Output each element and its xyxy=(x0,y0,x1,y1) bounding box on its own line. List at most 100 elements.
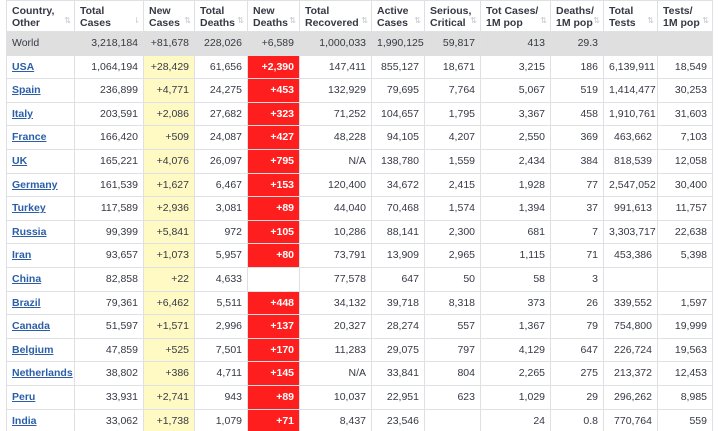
country-link-country[interactable]: Peru xyxy=(7,385,75,410)
header-deaths-per-1m[interactable]: Deaths/ 1M pop ⇅ xyxy=(551,0,604,32)
country-link-country[interactable]: China xyxy=(7,267,75,292)
country-link-country[interactable]: Turkey xyxy=(7,197,75,221)
country-link-country[interactable]: Iran xyxy=(7,244,75,268)
cell-new-deaths: +145 xyxy=(248,362,300,386)
cell-active-cases: 29,075 xyxy=(372,338,425,363)
sort-icon[interactable]: ⇂ xyxy=(133,17,140,25)
world-total-recovered: 1,000,033 xyxy=(300,32,372,56)
cell-total-recovered: N/A xyxy=(300,362,372,386)
header-new-deaths[interactable]: New Deaths ⇅ xyxy=(248,0,300,32)
cell-serious-critical: 1,574 xyxy=(425,197,481,221)
cell-active-cases: 647 xyxy=(372,267,425,292)
cell-total-deaths: 26,097 xyxy=(195,149,248,174)
header-total-deaths[interactable]: Total Deaths ⇅ xyxy=(195,0,248,32)
cell-total-tests: 754,800 xyxy=(604,315,658,339)
cell-total-cases: 82,858 xyxy=(75,267,144,292)
country-link-country[interactable]: Italy xyxy=(7,102,75,127)
sort-icon[interactable]: ⇅ xyxy=(540,17,547,25)
country-link-country[interactable]: Canada xyxy=(7,315,75,339)
country-link-country[interactable]: USA xyxy=(7,55,75,80)
world-country: World xyxy=(7,32,75,56)
cell-new-deaths: +2,390 xyxy=(248,55,300,80)
country-link-country[interactable]: Russia xyxy=(7,220,75,245)
world-active-cases: 1,990,125 xyxy=(372,32,425,56)
cell-total-recovered: 120,400 xyxy=(300,173,372,198)
country-link-country[interactable]: India xyxy=(7,409,75,431)
cell-cases-per-1m: 1,115 xyxy=(481,244,551,268)
sort-icon[interactable]: ⇅ xyxy=(184,17,191,25)
header-label: Country, Other xyxy=(12,5,55,29)
cell-tests-per-1m: 5,398 xyxy=(658,244,713,268)
cell-new-cases: +1,738 xyxy=(144,409,195,431)
sort-icon[interactable]: ⇅ xyxy=(237,17,244,25)
world-total-cases: 3,218,184 xyxy=(75,32,144,56)
cell-total-tests: 213,372 xyxy=(604,362,658,386)
cell-cases-per-1m: 24 xyxy=(481,409,551,431)
sort-icon[interactable]: ⇅ xyxy=(361,17,368,25)
cell-cases-per-1m: 1,029 xyxy=(481,385,551,410)
header-total-recovered[interactable]: Total Recovered ⇅ xyxy=(300,0,372,32)
cell-total-recovered: 132,929 xyxy=(300,79,372,103)
cell-new-cases: +2,936 xyxy=(144,197,195,221)
world-cases-per-1m: 413 xyxy=(481,32,551,56)
cell-total-cases: 33,931 xyxy=(75,385,144,410)
cell-active-cases: 138,780 xyxy=(372,149,425,174)
sort-icon[interactable]: ⇅ xyxy=(414,17,421,25)
country-link-country[interactable]: France xyxy=(7,126,75,150)
cell-total-tests: 453,386 xyxy=(604,244,658,268)
header-label: Total Deaths xyxy=(200,5,236,29)
country-link-country[interactable]: Netherlands xyxy=(7,362,75,386)
cell-cases-per-1m: 2,434 xyxy=(481,149,551,174)
cell-total-deaths: 1,079 xyxy=(195,409,248,431)
cell-tests-per-1m: 19,563 xyxy=(658,338,713,363)
cell-active-cases: 88,141 xyxy=(372,220,425,245)
cell-deaths-per-1m: 71 xyxy=(551,244,604,268)
world-total-tests xyxy=(604,32,658,56)
cell-total-deaths: 3,081 xyxy=(195,197,248,221)
country-link-country[interactable]: Spain xyxy=(7,79,75,103)
cell-total-tests: 3,303,717 xyxy=(604,220,658,245)
header-active-cases[interactable]: Active Cases ⇅ xyxy=(372,0,425,32)
sort-icon[interactable]: ⇅ xyxy=(702,17,709,25)
cell-active-cases: 23,546 xyxy=(372,409,425,431)
header-label: Serious, Critical xyxy=(430,5,472,29)
cell-total-deaths: 972 xyxy=(195,220,248,245)
cell-cases-per-1m: 3,215 xyxy=(481,55,551,80)
world-serious-critical: 59,817 xyxy=(425,32,481,56)
cell-serious-critical: 8,318 xyxy=(425,291,481,316)
header-cases-per-1m[interactable]: Tot Cases/ 1M pop ⇅ xyxy=(481,0,551,32)
cell-total-deaths: 5,511 xyxy=(195,291,248,316)
cell-new-cases: +22 xyxy=(144,267,195,292)
cell-new-deaths: +427 xyxy=(248,126,300,150)
cell-total-tests: 991,613 xyxy=(604,197,658,221)
cell-total-recovered: 8,437 xyxy=(300,409,372,431)
cell-serious-critical: 2,300 xyxy=(425,220,481,245)
cell-total-deaths: 24,087 xyxy=(195,126,248,150)
cell-total-cases: 203,591 xyxy=(75,102,144,127)
cell-deaths-per-1m: 647 xyxy=(551,338,604,363)
sort-icon[interactable]: ⇅ xyxy=(593,17,600,25)
country-link-country[interactable]: Germany xyxy=(7,173,75,198)
cell-total-recovered: N/A xyxy=(300,149,372,174)
sort-icon[interactable]: ⇅ xyxy=(289,17,296,25)
cell-total-deaths: 61,656 xyxy=(195,55,248,80)
cell-new-cases: +1,571 xyxy=(144,315,195,339)
cell-active-cases: 13,909 xyxy=(372,244,425,268)
cell-deaths-per-1m: 3 xyxy=(551,267,604,292)
header-serious-critical[interactable]: Serious, Critical ⇅ xyxy=(425,0,481,32)
cell-new-cases: +28,429 xyxy=(144,55,195,80)
sort-icon[interactable]: ⇅ xyxy=(470,17,477,25)
header-total-cases[interactable]: Total Cases ⇂ xyxy=(75,0,144,32)
sort-icon[interactable]: ⇅ xyxy=(64,17,71,25)
header-total-tests[interactable]: Total Tests ⇅ xyxy=(604,0,658,32)
cell-total-recovered: 11,283 xyxy=(300,338,372,363)
cell-total-recovered: 20,327 xyxy=(300,315,372,339)
sort-icon[interactable]: ⇅ xyxy=(647,17,654,25)
header-tests-per-1m[interactable]: Tests/ 1M pop ⇅ xyxy=(658,0,713,32)
header-new-cases[interactable]: New Cases ⇅ xyxy=(144,0,195,32)
cell-tests-per-1m: 19,999 xyxy=(658,315,713,339)
country-link-country[interactable]: Belgium xyxy=(7,338,75,363)
country-link-country[interactable]: Brazil xyxy=(7,291,75,316)
country-link-country[interactable]: UK xyxy=(7,149,75,174)
header-country[interactable]: Country, Other ⇅ xyxy=(7,0,75,32)
